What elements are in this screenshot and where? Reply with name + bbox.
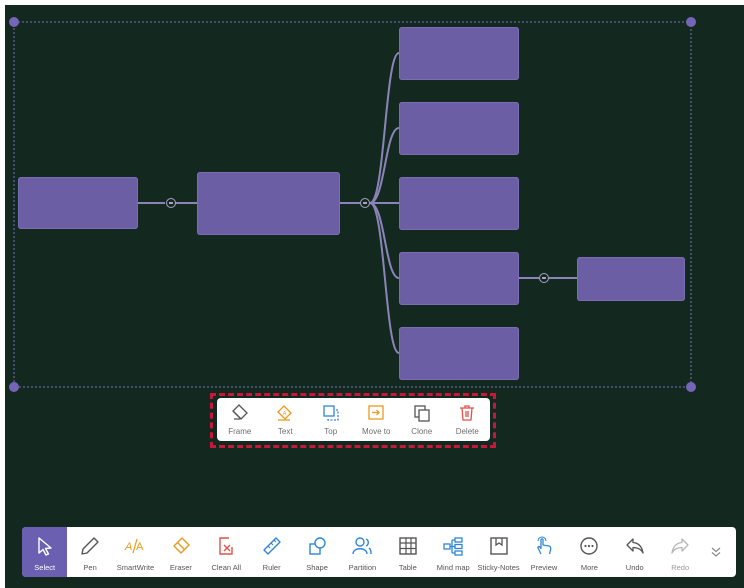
collapse-toggle-icon[interactable] <box>360 198 370 208</box>
clone-icon <box>414 405 430 422</box>
clean-all-icon <box>219 537 233 555</box>
tool-label: Ruler <box>262 563 281 572</box>
sticky-notes-tool-button[interactable]: Sticky-Notes <box>476 527 521 577</box>
resize-handle-top-right[interactable] <box>686 17 696 27</box>
mind-map-branch-node[interactable] <box>399 327 519 380</box>
mind-map-root-node[interactable] <box>18 177 138 229</box>
partition-icon <box>352 537 373 555</box>
redo-icon <box>671 538 689 554</box>
svg-text:A: A <box>124 541 132 553</box>
mind-map-branch-node[interactable] <box>399 177 519 230</box>
top-button[interactable]: Top <box>308 398 354 441</box>
shape-icon <box>309 537 326 555</box>
mind-map-leaf-node[interactable] <box>577 257 685 301</box>
text-color-icon: A <box>277 405 293 421</box>
pen-icon <box>81 537 99 555</box>
sticky-note-icon <box>489 537 508 555</box>
move-to-button[interactable]: Move to <box>354 398 400 441</box>
tool-label: Mind map <box>436 563 470 572</box>
chevron-double-down-icon <box>711 547 721 557</box>
shape-tool-button[interactable]: Shape <box>294 527 339 577</box>
table-icon <box>399 537 417 555</box>
collapse-toggle-icon[interactable] <box>539 273 549 283</box>
more-tool-button[interactable]: More <box>567 527 612 577</box>
tool-label: Select <box>34 563 56 572</box>
preview-hand-icon <box>537 536 552 555</box>
move-to-icon <box>368 405 384 420</box>
ruler-tool-button[interactable]: Ruler <box>249 527 294 577</box>
mind-map-icon <box>443 537 463 556</box>
redo-tool-button[interactable]: Redo <box>657 527 702 577</box>
tool-label: Undo <box>625 563 644 572</box>
more-icon <box>580 537 599 555</box>
resize-handle-bottom-left[interactable] <box>9 382 19 392</box>
svg-text:A: A <box>283 412 287 418</box>
frame-button[interactable]: Frame <box>217 398 263 441</box>
tool-label: Eraser <box>169 563 192 572</box>
eraser-tool-button[interactable]: Eraser <box>158 527 203 577</box>
tool-label: Partition <box>348 563 377 572</box>
tool-label: Clean All <box>211 563 242 572</box>
table-tool-button[interactable]: Table <box>385 527 430 577</box>
delete-label: Delete <box>455 427 479 436</box>
mind-map-tool-button[interactable]: Mind map <box>431 527 476 577</box>
delete-button[interactable]: Delete <box>445 398 491 441</box>
bring-to-top-icon <box>323 405 339 421</box>
clone-label: Clone <box>411 427 433 436</box>
connector-branch-5 <box>369 202 400 354</box>
partition-tool-button[interactable]: Partition <box>340 527 385 577</box>
tool-label: Sticky-Notes <box>477 563 520 572</box>
main-toolbar: Select Pen AA SmartWrite Eraser Clean Al… <box>22 527 736 577</box>
move-to-label: Move to <box>362 427 391 436</box>
mind-map-branch-node[interactable] <box>399 252 519 305</box>
smartwrite-tool-button[interactable]: AA SmartWrite <box>113 527 158 577</box>
mind-map-branch-node[interactable] <box>399 27 519 80</box>
select-tool-button[interactable]: Select <box>22 527 68 577</box>
tool-label: Redo <box>671 563 690 572</box>
clean-all-tool-button[interactable]: Clean All <box>204 527 249 577</box>
whiteboard-canvas[interactable] <box>5 5 744 588</box>
resize-handle-top-left[interactable] <box>9 17 19 27</box>
preview-tool-button[interactable]: Preview <box>521 527 566 577</box>
mind-map-child-node[interactable] <box>197 172 340 235</box>
frame-label: Frame <box>228 427 252 436</box>
tool-label: More <box>580 563 598 572</box>
mind-map-branch-node[interactable] <box>399 102 519 155</box>
tool-label: SmartWrite <box>116 563 155 572</box>
tool-label: Table <box>398 563 417 572</box>
tool-label: Shape <box>306 563 328 572</box>
context-toolbar: Frame A Text Top Move to Clone Delete <box>217 398 490 441</box>
tool-label: Pen <box>83 563 97 572</box>
top-label: Top <box>324 427 338 436</box>
trash-icon <box>460 405 475 421</box>
text-color-button[interactable]: A Text <box>263 398 309 441</box>
svg-text:A: A <box>136 541 144 553</box>
smartwrite-icon: AA <box>124 538 144 554</box>
clone-button[interactable]: Clone <box>399 398 445 441</box>
undo-tool-button[interactable]: Undo <box>612 527 657 577</box>
connector-branch-1 <box>369 52 400 204</box>
text-label: Text <box>277 427 293 436</box>
pen-tool-button[interactable]: Pen <box>67 527 112 577</box>
collapse-toggle-icon[interactable] <box>166 198 176 208</box>
undo-icon <box>626 538 644 554</box>
cursor-icon <box>37 537 52 556</box>
resize-handle-bottom-right[interactable] <box>686 382 696 392</box>
tool-label: Preview <box>530 563 558 572</box>
eraser-icon <box>173 537 190 554</box>
frame-icon <box>231 404 248 420</box>
expand-toolbar-button[interactable] <box>703 527 729 577</box>
ruler-icon <box>262 537 281 555</box>
